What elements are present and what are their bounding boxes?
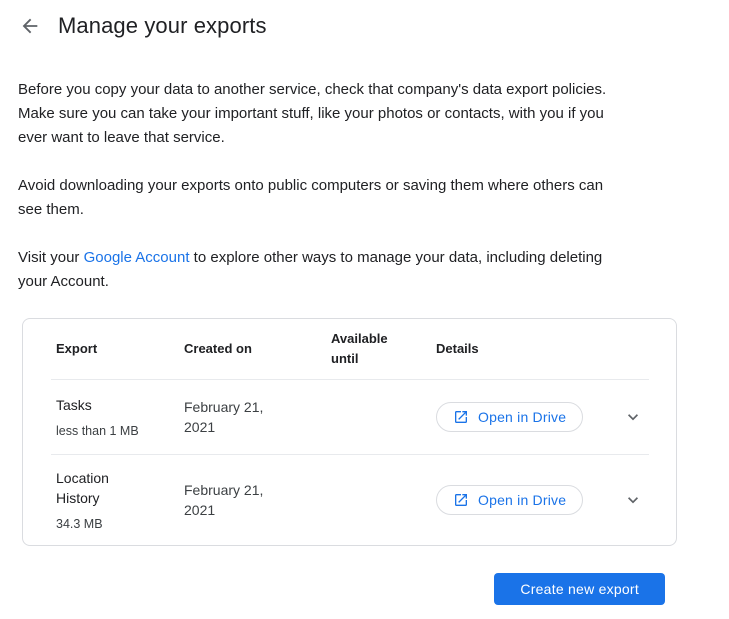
column-header-created-on: Created on — [184, 341, 252, 356]
created-on-value: February 21, 2021 — [184, 482, 264, 518]
table-row: Tasks less than 1 MB February 21, 2021 O… — [23, 380, 676, 454]
intro-text: Before you copy your data to another ser… — [18, 78, 670, 294]
intro-paragraph-3-prefix: Visit your — [18, 249, 84, 266]
page-header: Manage your exports — [0, 0, 729, 42]
intro-paragraph-3: Visit your Google Account to explore oth… — [18, 246, 670, 294]
chevron-down-icon — [623, 490, 643, 510]
open-in-drive-button[interactable]: Open in Drive — [436, 485, 584, 515]
expand-row-button[interactable] — [621, 488, 645, 512]
column-header-details: Details — [436, 341, 479, 356]
exports-card: Export Created on Available until Detail… — [22, 318, 677, 546]
create-new-export-button[interactable]: Create new export — [494, 573, 665, 605]
export-name: Tasks — [56, 397, 92, 413]
chevron-down-icon — [623, 407, 643, 427]
expand-row-button[interactable] — [621, 405, 645, 429]
arrow-back-icon — [19, 15, 41, 37]
open-in-new-icon — [453, 409, 469, 425]
intro-paragraph-1: Before you copy your data to another ser… — [18, 81, 607, 146]
created-on-value: February 21, 2021 — [184, 399, 264, 435]
intro-paragraph-2: Avoid downloading your exports onto publ… — [18, 177, 604, 218]
export-name: Location History — [56, 470, 109, 506]
table-header-row: Export Created on Available until Detail… — [23, 319, 676, 379]
table-row: Location History 34.3 MB February 21, 20… — [23, 455, 676, 545]
open-in-drive-label: Open in Drive — [478, 409, 567, 425]
page-footer: Create new export — [0, 573, 729, 605]
open-in-new-icon — [453, 492, 469, 508]
page-title: Manage your exports — [58, 13, 267, 38]
export-size: 34.3 MB — [56, 517, 103, 531]
column-header-available-until: Available until — [331, 331, 388, 366]
open-in-drive-label: Open in Drive — [478, 492, 567, 508]
column-header-export: Export — [56, 341, 98, 356]
google-account-link[interactable]: Google Account — [84, 249, 190, 266]
export-size: less than 1 MB — [56, 424, 139, 438]
open-in-drive-button[interactable]: Open in Drive — [436, 402, 584, 432]
back-button[interactable] — [18, 14, 42, 38]
